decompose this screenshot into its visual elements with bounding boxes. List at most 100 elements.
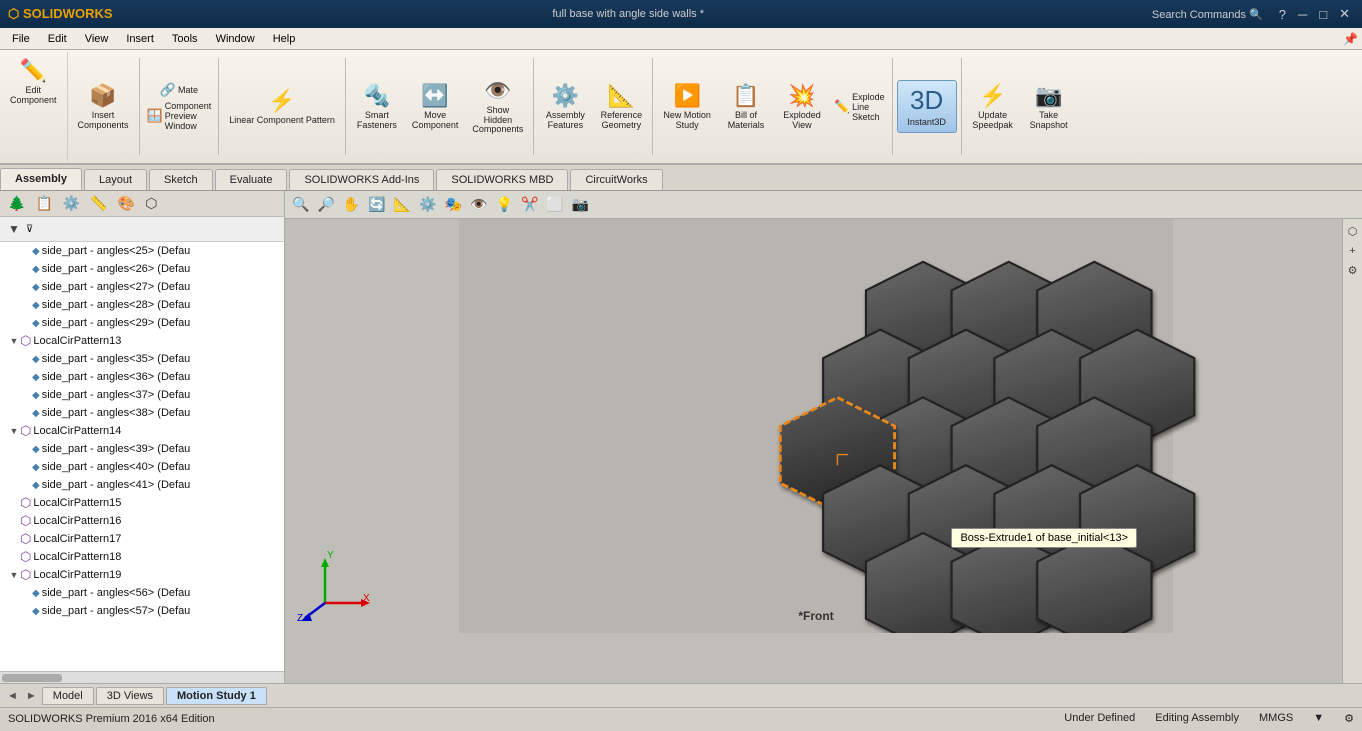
menu-insert[interactable]: Insert — [118, 31, 162, 47]
reference-geometry-button[interactable]: 📐 Reference Geometry — [594, 79, 648, 135]
tab-circuitworks[interactable]: CircuitWorks — [570, 169, 662, 190]
minimize-button[interactable]: ─ — [1294, 6, 1311, 22]
tab-evaluate[interactable]: Evaluate — [215, 169, 288, 190]
tab-solidworks-mbd[interactable]: SOLIDWORKS MBD — [436, 169, 568, 190]
camera-icon[interactable]: 📷 — [569, 194, 592, 215]
bottom-tabs-bar: ◄ ► Model 3D Views Motion Study 1 — [0, 683, 1362, 707]
tree-item[interactable]: ◆side_part - angles<39> (Defau — [0, 440, 284, 458]
tree-item[interactable]: ◆side_part - angles<56> (Defau — [0, 584, 284, 602]
tree-item[interactable]: ◆side_part - angles<36> (Defau — [0, 368, 284, 386]
canvas-area[interactable]: Boss-Extrude1 of base_initial<13> Y X Z … — [285, 219, 1347, 633]
view-cube-icon[interactable]: ⬜ — [543, 194, 566, 215]
smart-fasteners-button[interactable]: 🔩 Smart Fasteners — [350, 79, 404, 135]
tree-expand-icon[interactable]: ▼ — [8, 570, 20, 580]
search-commands-input[interactable]: Search Commands 🔍 — [1144, 6, 1271, 22]
tree-item[interactable]: ◆side_part - angles<57> (Defau — [0, 602, 284, 620]
filter-icon[interactable]: ▼ — [4, 220, 24, 238]
tree-item[interactable]: ◆side_part - angles<25> (Defau — [0, 242, 284, 260]
tree-expand-icon[interactable]: ▼ — [8, 336, 20, 346]
new-motion-study-button[interactable]: ▶️ New Motion Study — [657, 79, 717, 135]
tree-item-label: side_part - angles<26> (Defau — [42, 263, 191, 275]
menu-help[interactable]: Help — [265, 31, 304, 47]
move-icon: ↔️ — [421, 83, 448, 109]
menu-file[interactable]: File — [4, 31, 38, 47]
tab-assembly[interactable]: Assembly — [0, 168, 82, 190]
tree-item[interactable]: ▼⬡LocalCirPattern13 — [0, 332, 284, 350]
tree-item[interactable]: ◆side_part - angles<37> (Defau — [0, 386, 284, 404]
section-view-icon[interactable]: ✂️ — [518, 194, 541, 215]
insert-components-button[interactable]: 📦 Insert Components — [72, 79, 135, 135]
restore-button[interactable]: □ — [1315, 6, 1331, 22]
tab-layout[interactable]: Layout — [84, 169, 147, 190]
tree-item-label: LocalCirPattern18 — [33, 551, 121, 563]
rotate-icon[interactable]: 🔄 — [365, 194, 388, 215]
tree-item[interactable]: ⬡LocalCirPattern16 — [0, 512, 284, 530]
appearance-btn[interactable]: ⬡ — [141, 193, 161, 214]
explode-line-sketch-button[interactable]: ✏️ Explode Line Sketch — [831, 91, 888, 123]
menu-window[interactable]: Window — [208, 31, 263, 47]
display-style-icon[interactable]: 🎭 — [442, 194, 465, 215]
tree-item[interactable]: ◆side_part - angles<28> (Defau — [0, 296, 284, 314]
take-snapshot-button[interactable]: 📷 Take Snapshot — [1022, 79, 1076, 135]
tree-item[interactable]: ◆side_part - angles<27> (Defau — [0, 278, 284, 296]
lights-icon[interactable]: 💡 — [493, 194, 516, 215]
tabs-bar: Assembly Layout Sketch Evaluate SOLIDWOR… — [0, 165, 1362, 191]
config-manager-btn[interactable]: ⚙️ — [59, 193, 84, 214]
feature-tree-btn[interactable]: 🌲 — [4, 193, 29, 214]
edit-component-icon: ✏️ — [20, 58, 47, 84]
menu-edit[interactable]: Edit — [40, 31, 75, 47]
pan-icon[interactable]: ✋ — [340, 194, 363, 215]
display-manager-btn[interactable]: 🎨 — [114, 193, 139, 214]
rp-zoom-btn[interactable]: + — [1347, 243, 1357, 259]
preview-icon: 🪟 — [147, 108, 163, 124]
mate-button[interactable]: 🔗 Mate — [157, 81, 201, 99]
view-orientation-icon[interactable]: 📐 — [391, 194, 414, 215]
tab-nav-prev[interactable]: ◄ — [4, 689, 21, 703]
menu-view[interactable]: View — [77, 31, 117, 47]
hide-show-icon[interactable]: 👁️ — [467, 194, 490, 215]
tab-nav-next[interactable]: ► — [23, 689, 40, 703]
horizontal-scrollbar[interactable] — [0, 671, 284, 683]
tab-sketch[interactable]: Sketch — [149, 169, 213, 190]
3d-viewport[interactable]: 🔍 🔎 ✋ 🔄 📐 ⚙️ 🎭 👁️ 💡 ✂️ ⬜ 📷 — [285, 191, 1362, 683]
tree-item-label: side_part - angles<57> (Defau — [42, 605, 191, 617]
view-settings-icon[interactable]: ⚙️ — [416, 194, 439, 215]
tree-item[interactable]: ◆side_part - angles<38> (Defau — [0, 404, 284, 422]
dim-xpert-btn[interactable]: 📏 — [86, 193, 111, 214]
move-component-button[interactable]: ↔️ Move Component — [406, 79, 465, 135]
tree-expand-icon[interactable]: ▼ — [8, 426, 20, 436]
help-button[interactable]: ? — [1275, 6, 1290, 22]
tree-item[interactable]: ⬡LocalCirPattern15 — [0, 494, 284, 512]
zoom-to-fit-icon[interactable]: 🔍 — [289, 194, 312, 215]
tree-item[interactable]: ⬡LocalCirPattern18 — [0, 548, 284, 566]
bottom-tab-model[interactable]: Model — [42, 687, 94, 705]
tree-item[interactable]: ◆side_part - angles<29> (Defau — [0, 314, 284, 332]
zoom-to-area-icon[interactable]: 🔎 — [314, 194, 337, 215]
linear-component-pattern-button[interactable]: ⚡ Linear Component Pattern — [223, 84, 341, 130]
assembly-features-button[interactable]: ⚙️ Assembly Features — [538, 79, 592, 135]
view-cube-btn[interactable]: ⬡ — [1346, 223, 1360, 240]
tree-item[interactable]: ◆side_part - angles<41> (Defau — [0, 476, 284, 494]
bottom-tab-3d-views[interactable]: 3D Views — [96, 687, 164, 705]
feature-tree[interactable]: ◆side_part - angles<25> (Defau◆side_part… — [0, 242, 284, 671]
update-speedpak-button[interactable]: ⚡ Update Speedpak — [966, 79, 1020, 135]
exploded-view-button[interactable]: 💥 Exploded View — [775, 79, 829, 135]
instant3d-button[interactable]: 3D Instant3D — [897, 80, 957, 133]
close-button[interactable]: ✕ — [1335, 6, 1354, 22]
bill-of-materials-button[interactable]: 📋 Bill of Materials — [719, 79, 773, 135]
component-preview-button[interactable]: 🪟 Component Preview Window — [144, 100, 215, 132]
tree-item[interactable]: ◆side_part - angles<40> (Defau — [0, 458, 284, 476]
status-settings-icon[interactable]: ⚙ — [1344, 712, 1354, 725]
show-hidden-button[interactable]: 👁️ Show Hidden Components — [466, 74, 529, 140]
property-manager-btn[interactable]: 📋 — [31, 193, 56, 214]
menu-tools[interactable]: Tools — [164, 31, 206, 47]
tree-item[interactable]: ⬡LocalCirPattern17 — [0, 530, 284, 548]
tab-solidworks-addins[interactable]: SOLIDWORKS Add-Ins — [289, 169, 434, 190]
bottom-tab-motion-study[interactable]: Motion Study 1 — [166, 687, 267, 705]
tree-item[interactable]: ▼⬡LocalCirPattern19 — [0, 566, 284, 584]
tree-item[interactable]: ▼⬡LocalCirPattern14 — [0, 422, 284, 440]
rp-settings-btn[interactable]: ⚙ — [1346, 262, 1360, 279]
tree-item[interactable]: ◆side_part - angles<35> (Defau — [0, 350, 284, 368]
tree-item[interactable]: ◆side_part - angles<26> (Defau — [0, 260, 284, 278]
edit-component-button[interactable]: ✏️ Edit Component — [4, 54, 63, 110]
